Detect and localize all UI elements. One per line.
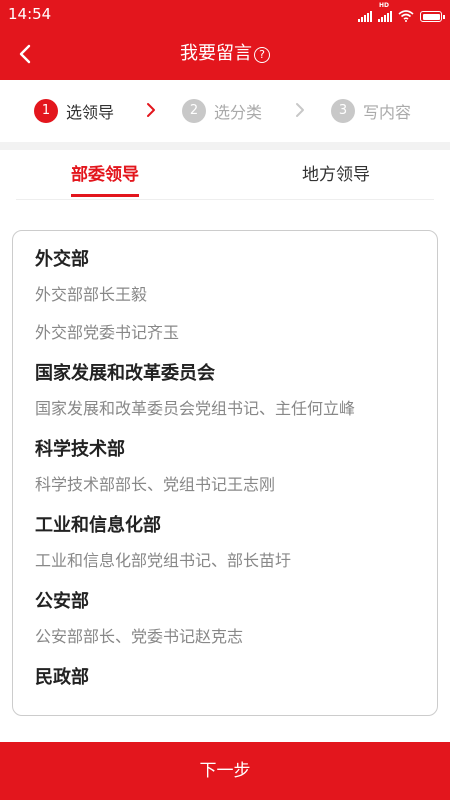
nav-bar: 我要留言? [0,28,450,80]
step-number: 2 [182,99,206,123]
leader-item[interactable]: 工业和信息化部党组书记、部长苗圩 [35,551,415,571]
chevron-right-icon [147,103,155,117]
leader-item[interactable]: 外交部党委书记齐玉 [35,323,415,343]
leader-item[interactable]: 公安部部长、党委书记赵克志 [35,627,415,647]
department-name: 民政部 [35,667,89,688]
leader-tabs: 部委领导 地方领导 [0,150,450,200]
department-name: 科学技术部 [35,439,125,460]
page-title-text: 我要留言 [180,43,252,64]
step-number: 3 [331,99,355,123]
leader-item[interactable]: 外交部部长王毅 [35,285,415,305]
step-number: 1 [34,99,58,123]
department-name: 国家发展和改革委员会 [35,363,215,384]
status-time: 14:54 [8,5,52,23]
tab-local-leaders[interactable]: 地方领导 [302,150,370,200]
wifi-icon [398,10,414,22]
status-bar: 14:54 HD [0,0,450,28]
help-circle-icon[interactable]: ? [254,47,270,63]
next-step-button[interactable]: 下一步 [0,742,450,800]
step-write-content: 3 写内容 [331,98,411,124]
page-title: 我要留言? [0,42,450,66]
department-name: 工业和信息化部 [35,515,161,536]
status-icons: HD [358,3,445,22]
leader-list-card: 外交部外交部部长王毅 外交部党委书记齐玉 国家发展和改革委员会国家发展和改革委员会党… [12,230,438,716]
step-label: 选领导 [66,103,115,122]
step-label: 选分类 [214,103,263,122]
signal-hd-icon: HD [378,3,392,22]
leader-item[interactable]: 科学技术部部长、党组书记王志刚 [35,475,415,495]
step-select-leader: 1 选领导 [34,98,114,124]
department-list: 外交部外交部部长王毅 外交部党委书记齐玉 国家发展和改革委员会国家发展和改革委员会党… [13,231,437,691]
step-indicator: 1 选领导 2 选分类 3 写内容 [0,80,450,142]
chevron-right-icon [296,103,304,117]
signal-icon [358,10,372,22]
battery-icon [420,11,445,22]
hd-label: HD [379,2,390,9]
step-select-category: 2 选分类 [182,98,262,124]
leader-item[interactable]: 国家发展和改革委员会党组书记、主任何立峰 [35,399,415,419]
tab-ministry-leaders[interactable]: 部委领导 [71,150,139,200]
department-name: 外交部 [35,249,89,270]
step-label: 写内容 [363,103,412,122]
department-name: 公安部 [35,591,89,612]
